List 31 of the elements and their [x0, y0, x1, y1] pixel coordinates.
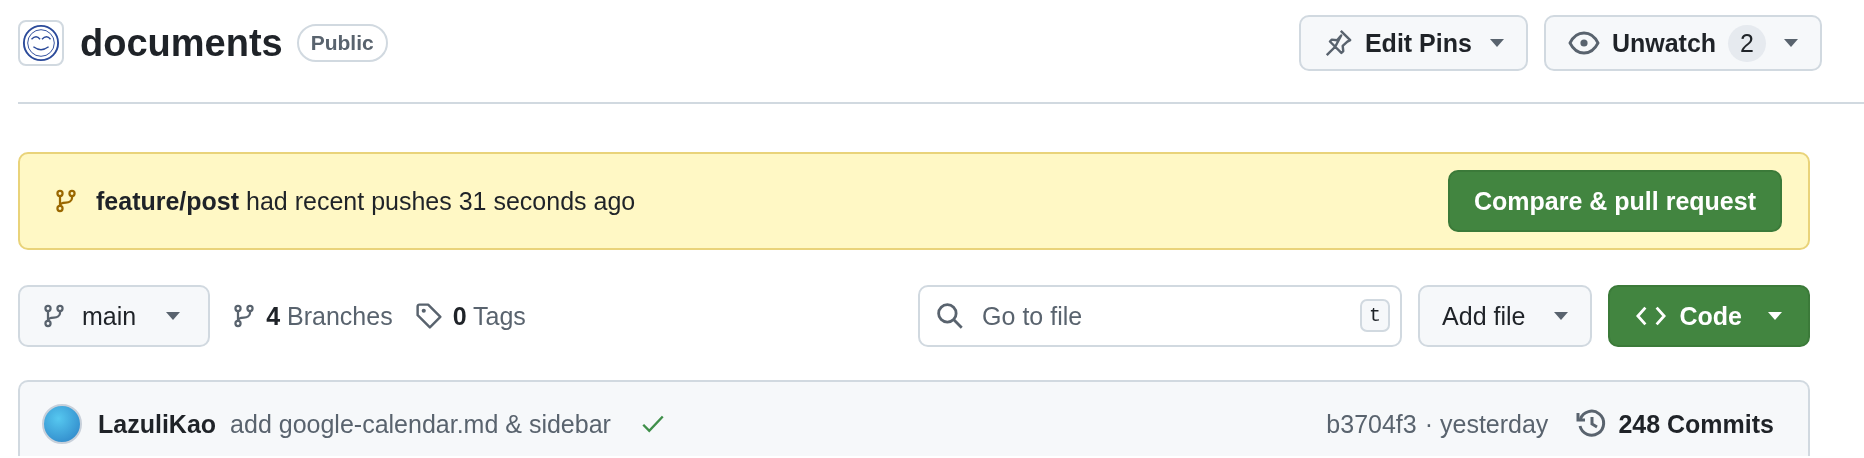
branch-icon	[42, 302, 66, 330]
caret-icon	[166, 312, 181, 320]
shortcut-key: t	[1360, 299, 1391, 332]
tag-icon	[414, 302, 443, 330]
branch-icon	[54, 187, 78, 215]
search-icon	[936, 302, 965, 330]
branch-icon	[232, 302, 257, 330]
commit-message[interactable]: add google-calendar.md & sidebar	[230, 409, 611, 439]
tags-link[interactable]: 0 Tags	[414, 301, 526, 331]
eye-icon	[1567, 30, 1600, 56]
branch-selector[interactable]: main	[18, 285, 211, 347]
code-icon	[1635, 304, 1666, 328]
commits-link[interactable]: 248 Commits	[1576, 408, 1774, 440]
repo-name[interactable]: documents	[80, 21, 283, 65]
add-file-button[interactable]: Add file	[1418, 285, 1592, 347]
push-notice: feature/post had recent pushes 31 seconds ago	[96, 186, 636, 216]
caret-icon	[1768, 312, 1782, 320]
caret-icon	[1784, 39, 1798, 47]
commit-hash[interactable]: b3704f3	[1326, 409, 1417, 439]
code-button[interactable]: Code	[1607, 285, 1810, 347]
commit-time: · yesterday	[1424, 409, 1549, 439]
commit-author[interactable]: LazuliKao	[98, 409, 217, 439]
unwatch-button[interactable]: Unwatch 2	[1543, 15, 1822, 71]
edit-pins-button[interactable]: Edit Pins	[1298, 15, 1528, 71]
avatar[interactable]	[42, 404, 82, 444]
branches-link[interactable]: 4 Branches	[232, 301, 393, 331]
watcher-count: 2	[1728, 24, 1766, 62]
caret-icon	[1553, 312, 1568, 320]
visibility-label: Public	[296, 24, 388, 62]
compare-pull-request-button[interactable]: Compare & pull request	[1448, 170, 1782, 232]
caret-icon	[1489, 39, 1504, 47]
